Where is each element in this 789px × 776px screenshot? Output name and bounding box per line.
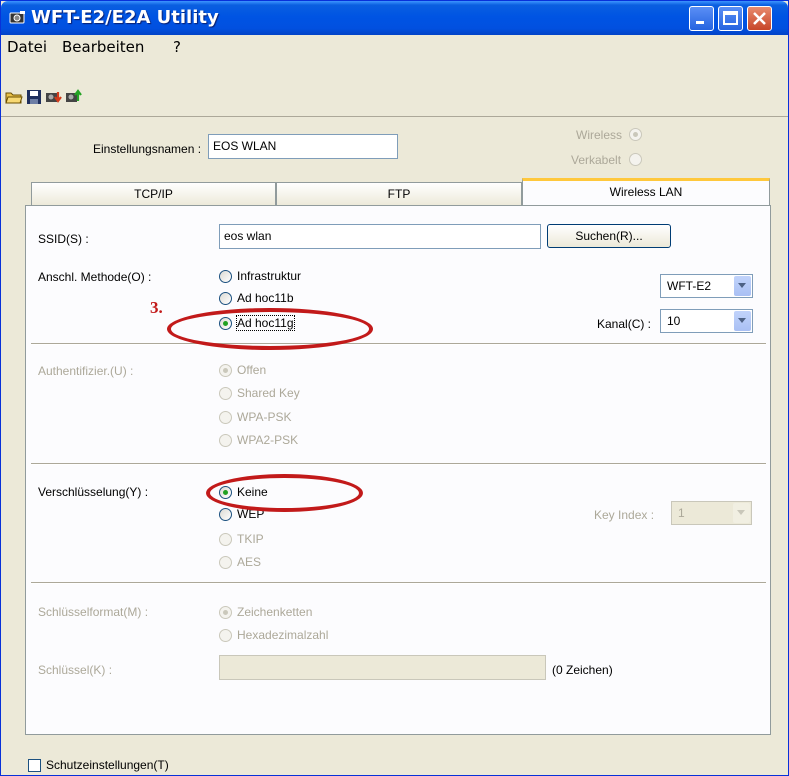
ssid-field[interactable]: eos wlan [219,224,541,249]
encryption-radio-aes[interactable] [219,556,232,569]
menu-help[interactable]: ? [173,38,181,56]
save-icon[interactable] [25,89,43,105]
chevron-down-icon [733,503,750,523]
app-window: WFT-E2/E2A Utility Datei Bearbeiten ? Ei… [0,0,789,776]
tab-tcpip[interactable]: TCP/IP [31,182,276,206]
ssid-label: SSID(S) : [38,232,89,246]
open-folder-icon[interactable] [5,89,23,105]
auth-radio-wpa-psk[interactable] [219,411,232,424]
channel-select[interactable]: 10 [660,309,753,333]
toolbar [1,57,788,117]
menu-datei[interactable]: Datei [7,38,47,56]
separator [31,463,766,465]
encryption-label: Verschlüsselung(Y) : [38,485,149,499]
settings-name-field[interactable]: EOS WLAN [208,134,398,159]
settings-name-label: Einstellungsnamen : [93,142,202,156]
separator [31,582,766,584]
auth-radio-offen[interactable] [219,364,232,377]
auth-label: Authentifizier.(U) : [38,364,134,378]
close-icon [753,12,766,25]
protect-settings-checkbox[interactable] [28,759,41,772]
key-character-count: (0 Zeichen) [552,663,613,677]
protect-settings-label: Schutzeinstellungen(T) [46,758,169,772]
auth-radio-wpa2-psk[interactable] [219,434,232,447]
export-icon[interactable] [65,89,83,105]
wireless-radio-label: Wireless [576,128,623,142]
minimize-button[interactable] [689,6,714,31]
key-field[interactable] [219,655,546,680]
key-index-value: 1 [678,506,685,520]
maximize-icon [723,11,738,25]
wired-radio[interactable] [629,153,642,166]
encryption-radio-wep[interactable] [219,508,232,521]
close-button[interactable] [747,6,772,31]
wired-radio-label: Verkabelt [571,153,622,167]
key-format-label-zeichenketten: Zeichenketten [237,605,313,619]
device-select[interactable]: WFT-E2 [660,274,753,298]
menu-bar: Datei Bearbeiten ? [1,35,788,57]
auth-label-shared-key: Shared Key [237,386,300,400]
auth-radio-shared-key[interactable] [219,387,232,400]
key-index-label: Key Index : [594,508,655,522]
chevron-down-icon [734,311,751,331]
separator [31,343,766,345]
chevron-down-icon [734,276,751,296]
auth-label-wpa2-psk: WPA2-PSK [237,433,299,447]
search-button[interactable]: Suchen(R)... [547,224,671,248]
key-label: Schlüssel(K) : [38,663,113,677]
import-icon[interactable] [45,89,63,105]
device-select-value: WFT-E2 [667,279,711,293]
encryption-label-aes: AES [237,555,262,569]
window-title: WFT-E2/E2A Utility [31,7,219,28]
auth-label-offen: Offen [237,363,267,377]
method-label-adhoc11b: Ad hoc11b [237,291,294,305]
method-label: Anschl. Methode(O) : [38,270,152,284]
annotation-ellipse-encryption [206,474,363,512]
app-icon [9,11,25,24]
channel-select-value: 10 [667,314,681,328]
channel-label: Kanal(C) : [597,317,652,331]
key-format-radio-hex[interactable] [219,629,232,642]
key-format-label-hex: Hexadezimalzahl [237,628,329,642]
key-format-label: Schlüsselformat(M) : [38,605,149,619]
maximize-button[interactable] [718,6,743,31]
annotation-step-number: 3. [150,298,163,317]
method-radio-infrastruktur[interactable] [219,270,232,283]
menu-bearbeiten[interactable]: Bearbeiten [62,38,144,56]
method-label-infrastruktur: Infrastruktur [237,269,302,283]
annotation-ellipse-method [167,308,373,350]
wireless-radio[interactable] [629,128,642,141]
key-format-radio-zeichenketten[interactable] [219,606,232,619]
tab-ftp[interactable]: FTP [276,182,522,206]
encryption-radio-tkip[interactable] [219,533,232,546]
encryption-label-tkip: TKIP [237,532,264,546]
title-bar[interactable]: WFT-E2/E2A Utility [1,1,788,35]
wireless-lan-panel: SSID(S) : eos wlan Suchen(R)... Anschl. … [25,205,771,735]
minimize-icon [696,21,704,24]
method-radio-adhoc11b[interactable] [219,292,232,305]
auth-label-wpa-psk: WPA-PSK [237,410,292,424]
tab-wireless-lan[interactable]: Wireless LAN [522,178,770,206]
key-index-select[interactable]: 1 [671,501,752,525]
